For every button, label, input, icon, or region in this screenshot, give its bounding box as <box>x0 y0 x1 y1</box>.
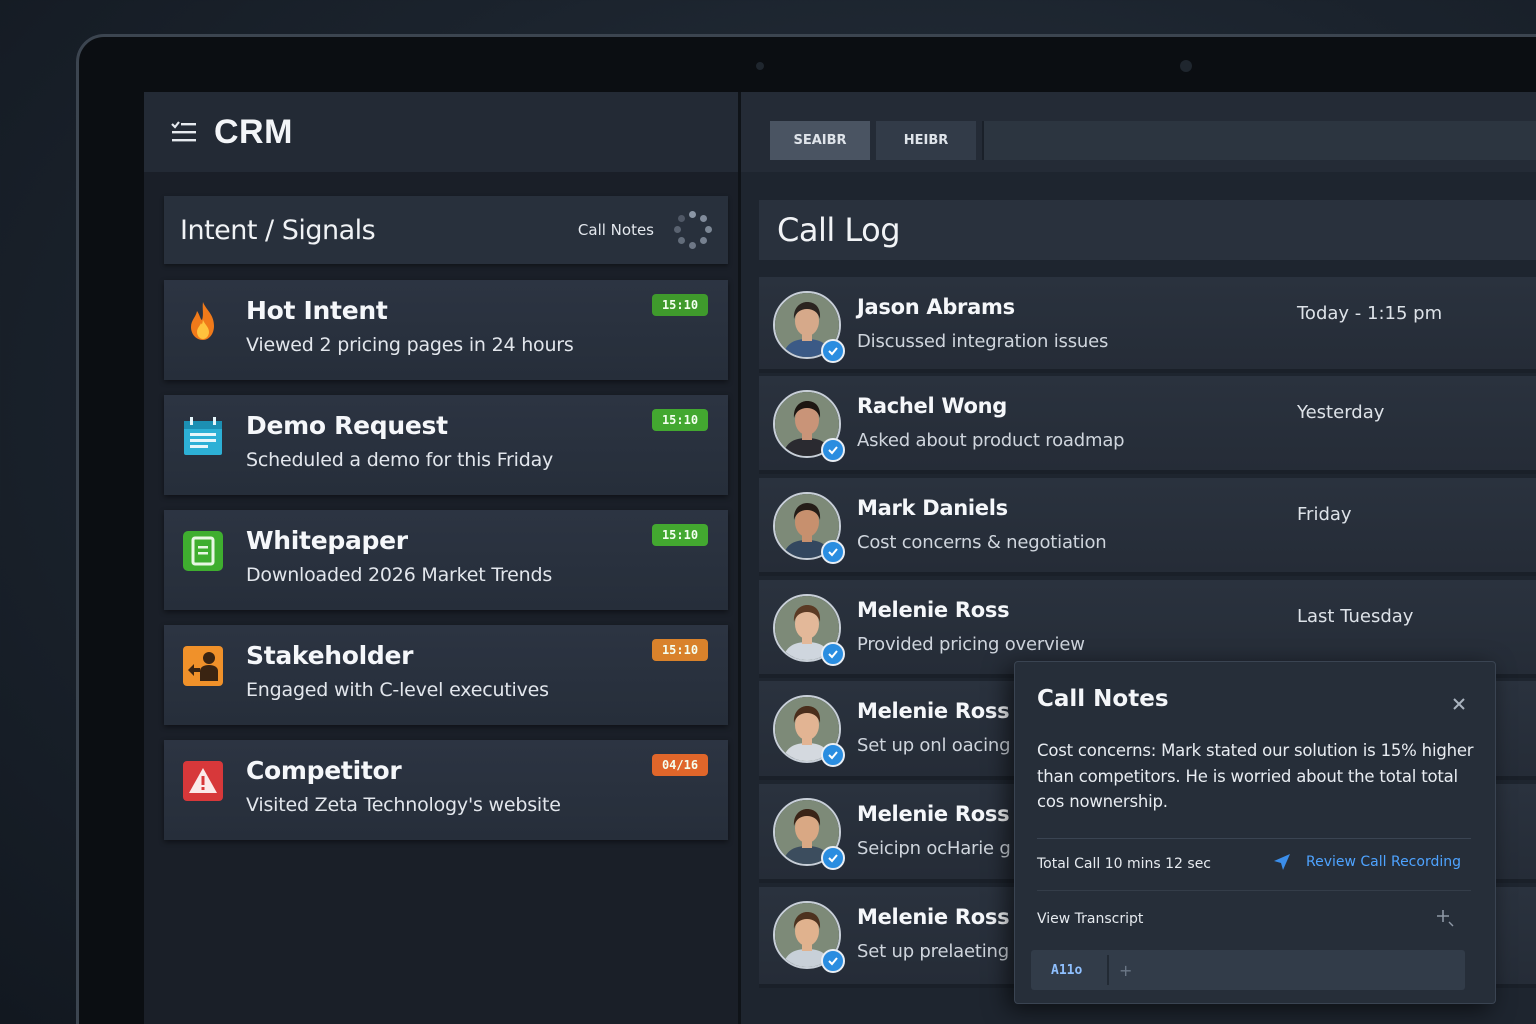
input-label: A11o <box>1051 962 1083 978</box>
call-summary: Set up prelaeting <box>857 941 1009 962</box>
call-time: Friday <box>1297 504 1352 525</box>
signal-title: Whitepaper <box>246 526 408 555</box>
call-time: Today - 1:15 pm <box>1297 303 1443 324</box>
call-row[interactable]: Rachel Wong Asked about product roadmap Ye… <box>759 376 1536 474</box>
call-summary: Cost concerns & negotiation <box>857 532 1107 553</box>
tab-help[interactable]: HEIBR <box>876 121 976 160</box>
signal-title: Stakeholder <box>246 641 414 670</box>
view-transcript-link[interactable]: View Transcript <box>1037 911 1143 927</box>
add-icon[interactable] <box>1435 908 1455 928</box>
total-call-duration: Total Call 10 mins 12 sec <box>1037 856 1212 872</box>
avatar <box>773 695 845 767</box>
camera-icon <box>1180 60 1192 72</box>
call-notes-title: Call Notes <box>1037 686 1169 712</box>
signal-title: Demo Request <box>246 411 448 440</box>
avatar <box>773 901 845 973</box>
close-icon[interactable] <box>1451 696 1467 712</box>
tab-search[interactable]: SEAIBR <box>770 121 870 160</box>
fire-icon <box>191 302 214 340</box>
call-time: Yesterday <box>1297 402 1385 423</box>
verified-badge-icon <box>821 540 845 564</box>
document-icon <box>183 531 223 571</box>
call-notes-body: Cost concerns: Mark stated our solution … <box>1037 741 1474 811</box>
review-recording-label: Review Call Recording <box>1305 854 1461 870</box>
avatar <box>773 291 845 363</box>
signal-title: Hot Intent <box>246 296 388 325</box>
signal-badge: 04/16 <box>652 754 708 776</box>
camera-dot <box>756 62 764 70</box>
signal-card-demo-request[interactable]: Demo Request Scheduled a demo for this F… <box>164 395 728 495</box>
app-title: CRM <box>214 112 293 151</box>
notes-input[interactable]: A11o + <box>1031 950 1465 990</box>
caller-name: Melenie Ross <box>857 699 1010 723</box>
signal-subtitle: Visited Zeta Technology's website <box>246 794 561 816</box>
menu-icon[interactable] <box>170 120 198 144</box>
signal-card-hot-intent[interactable]: Hot Intent Viewed 2 pricing pages in 24 … <box>164 280 728 380</box>
signal-subtitle: Downloaded 2026 Market Trends <box>246 564 553 586</box>
call-notes-popup: Call Notes Cost concerns: Mark stated ou… <box>1014 661 1496 1004</box>
avatar <box>773 390 845 462</box>
call-log-header: Call Log <box>759 200 1536 260</box>
caller-name: Melenie Ross <box>857 598 1010 622</box>
review-recording-link[interactable]: Review Call Recording <box>1272 852 1461 872</box>
divider <box>1037 890 1471 891</box>
left-panel: CRM Intent / Signals Call Notes Hot Inte… <box>144 92 738 1024</box>
avatar <box>773 798 845 870</box>
app-header: CRM <box>144 92 738 172</box>
call-log-title: Call Log <box>777 211 901 249</box>
signal-subtitle: Engaged with C-level executives <box>246 679 549 701</box>
caller-name: Melenie Ross <box>857 802 1010 826</box>
calendar-icon <box>184 417 222 455</box>
signal-badge: 15:10 <box>652 524 708 546</box>
caller-name: Jason Abrams <box>857 295 1015 319</box>
tabs-bar: SEAIBR HEIBR <box>741 92 1536 172</box>
verified-badge-icon <box>821 949 845 973</box>
signal-title: Competitor <box>246 756 402 785</box>
call-summary: Discussed integration issues <box>857 331 1109 352</box>
warning-icon <box>183 761 223 801</box>
caller-name: Mark Daniels <box>857 496 1008 520</box>
signal-card-competitor[interactable]: Competitor Visited Zeta Technology's web… <box>164 740 728 840</box>
loading-spinner-icon <box>674 211 712 249</box>
people-icon <box>183 646 223 686</box>
call-summary: Asked about product roadmap <box>857 430 1125 451</box>
caller-name: Rachel Wong <box>857 394 1008 418</box>
call-summary: Provided pricing overview <box>857 634 1085 655</box>
signal-badge: 15:10 <box>652 294 708 316</box>
signal-card-whitepaper[interactable]: Whitepaper Downloaded 2026 Market Trends… <box>164 510 728 610</box>
verified-badge-icon <box>821 339 845 363</box>
signals-title: Intent / Signals <box>180 214 376 246</box>
signal-subtitle: Viewed 2 pricing pages in 24 hours <box>246 334 574 356</box>
signal-subtitle: Scheduled a demo for this Friday <box>246 449 554 471</box>
verified-badge-icon <box>821 642 845 666</box>
verified-badge-icon <box>821 743 845 767</box>
caller-name: Melenie Ross <box>857 905 1010 929</box>
call-notes-link[interactable]: Call Notes <box>578 221 654 239</box>
signals-header: Intent / Signals Call Notes <box>164 196 728 264</box>
signal-badge: 15:10 <box>652 409 708 431</box>
tab-bar-field[interactable] <box>982 121 1536 160</box>
call-row[interactable]: Mark Daniels Cost concerns & negotiation F… <box>759 478 1536 576</box>
signal-card-stakeholder[interactable]: Stakeholder Engaged with C-level executi… <box>164 625 728 725</box>
avatar <box>773 594 845 666</box>
send-icon <box>1273 854 1290 870</box>
call-time: Last Tuesday <box>1297 606 1414 627</box>
avatar <box>773 492 845 564</box>
call-row[interactable]: Jason Abrams Discussed integration issues… <box>759 277 1536 373</box>
signal-badge: 15:10 <box>652 639 708 661</box>
verified-badge-icon <box>821 438 845 462</box>
call-summary: Set up onl oacing <box>857 735 1011 756</box>
plus-icon[interactable]: + <box>1119 961 1132 980</box>
verified-badge-icon <box>821 846 845 870</box>
divider <box>1037 838 1471 839</box>
input-separator <box>1107 955 1109 985</box>
call-summary: Seicipn ocHarie g <box>857 838 1011 859</box>
